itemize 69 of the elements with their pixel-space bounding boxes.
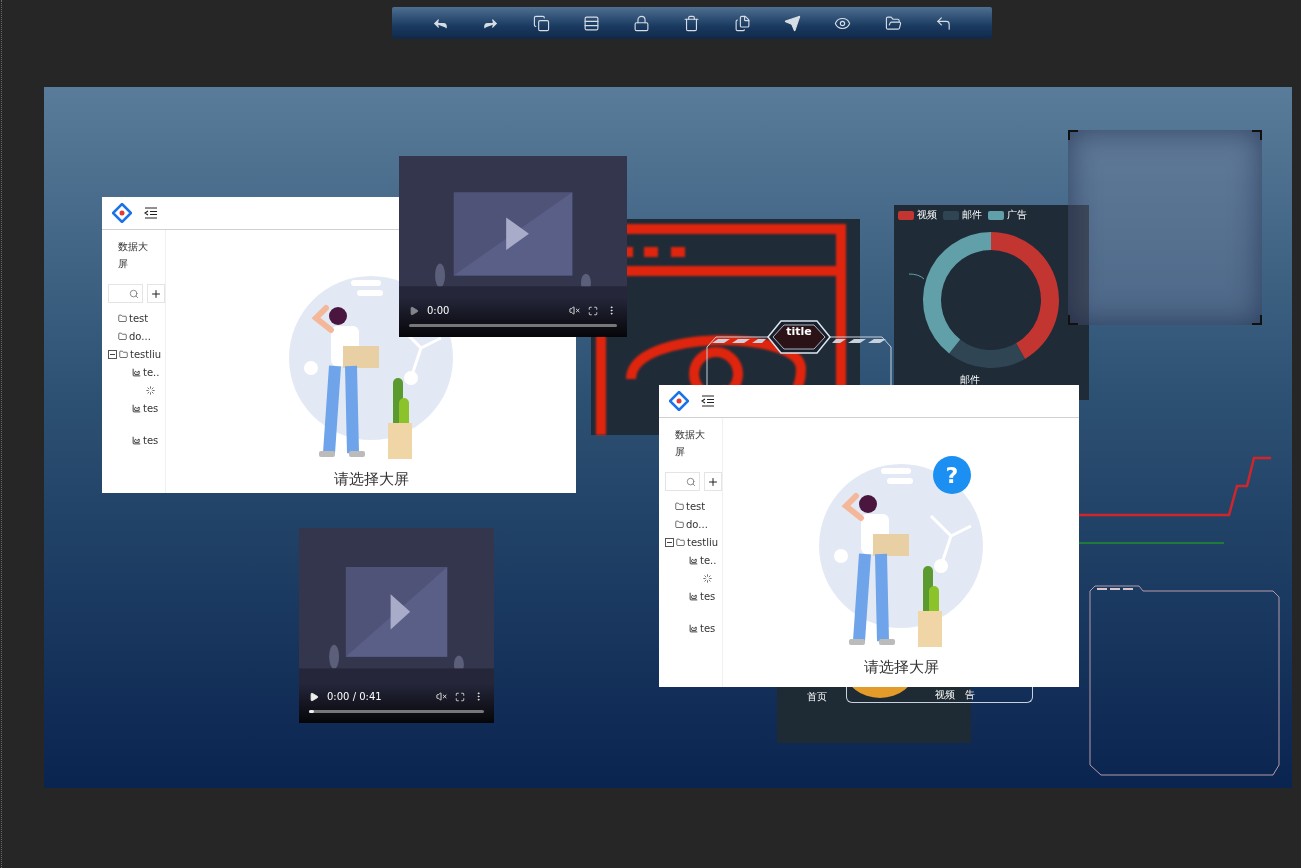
sidebar-title: 数据大屏 [117,240,149,271]
tree-item[interactable]: tes [700,590,716,602]
fullscreen-icon[interactable] [455,691,465,702]
help-badge: ? [933,456,971,494]
video-time: 0:00 / 0:41 [327,691,383,702]
mute-icon[interactable] [569,305,580,316]
chart-icon [689,591,698,601]
search-field[interactable] [108,284,143,303]
tree-item[interactable]: tes [143,402,159,414]
empty-message: 请选择大屏 [333,470,409,489]
chart-icon [132,403,141,413]
collapse-toggle[interactable] [665,537,674,547]
folder-icon [118,331,127,341]
folder-icon [119,349,128,359]
copy-icon[interactable] [532,14,550,32]
lock-icon[interactable] [633,14,651,32]
rows-icon[interactable] [582,14,600,32]
tree-item[interactable]: tes [700,622,716,634]
frame-title: title [786,325,812,338]
fullscreen-icon[interactable] [588,305,598,316]
search-icon [128,288,139,299]
trash-icon[interactable] [683,14,701,32]
folder-icon [675,519,684,529]
search-field[interactable] [665,472,700,491]
folder-icon [118,313,127,323]
tree-item[interactable]: test [129,312,149,324]
mute-icon[interactable] [436,691,447,702]
tree-item[interactable]: test [686,500,706,512]
donut-label: 邮件 [960,373,980,387]
diamond-logo-icon [669,391,689,411]
play-icon[interactable] [309,691,319,702]
tree-item[interactable]: do... [129,330,151,342]
tree-item[interactable]: tes [143,434,159,446]
folder-icon [676,537,685,547]
chart-icon [689,555,698,565]
tree-item[interactable]: te.. [143,366,160,378]
search-icon [685,476,696,487]
sidebar-title: 数据大屏 [674,428,706,459]
plus-icon [149,287,162,300]
spinner-icon [703,573,712,583]
legend-label: 邮件 [962,208,982,222]
collapse-toggle[interactable] [108,349,117,359]
plus-icon [706,475,719,488]
add-button[interactable] [703,472,722,491]
menu-icon[interactable] [701,395,715,407]
pie-label: 视频 [935,688,955,702]
tree-item[interactable]: testliu [130,348,162,360]
tree-item[interactable]: te.. [700,554,717,566]
files-icon[interactable] [733,14,751,32]
empty-message: 请选择大屏 [863,658,939,677]
legend-label: 视频 [917,208,937,222]
folder-icon [675,501,684,511]
pie-label: 告 [965,688,975,702]
tree-item[interactable]: testliu [687,536,719,548]
video-time: 0:00 [427,305,451,316]
spinner-icon [146,385,155,395]
chart-icon [132,435,141,445]
chart-icon [132,367,141,377]
legend-label: 广告 [1007,208,1027,222]
send-icon[interactable] [784,14,802,32]
diamond-logo-icon [112,203,132,223]
return-icon[interactable] [934,14,952,32]
menu-icon[interactable] [144,207,158,219]
pie-label: 首页 [807,690,827,704]
video-progress[interactable] [309,710,484,713]
add-button[interactable] [146,284,165,303]
folder-icon[interactable] [884,14,902,32]
tree-item[interactable]: do... [686,518,708,530]
chart-icon [689,623,698,633]
